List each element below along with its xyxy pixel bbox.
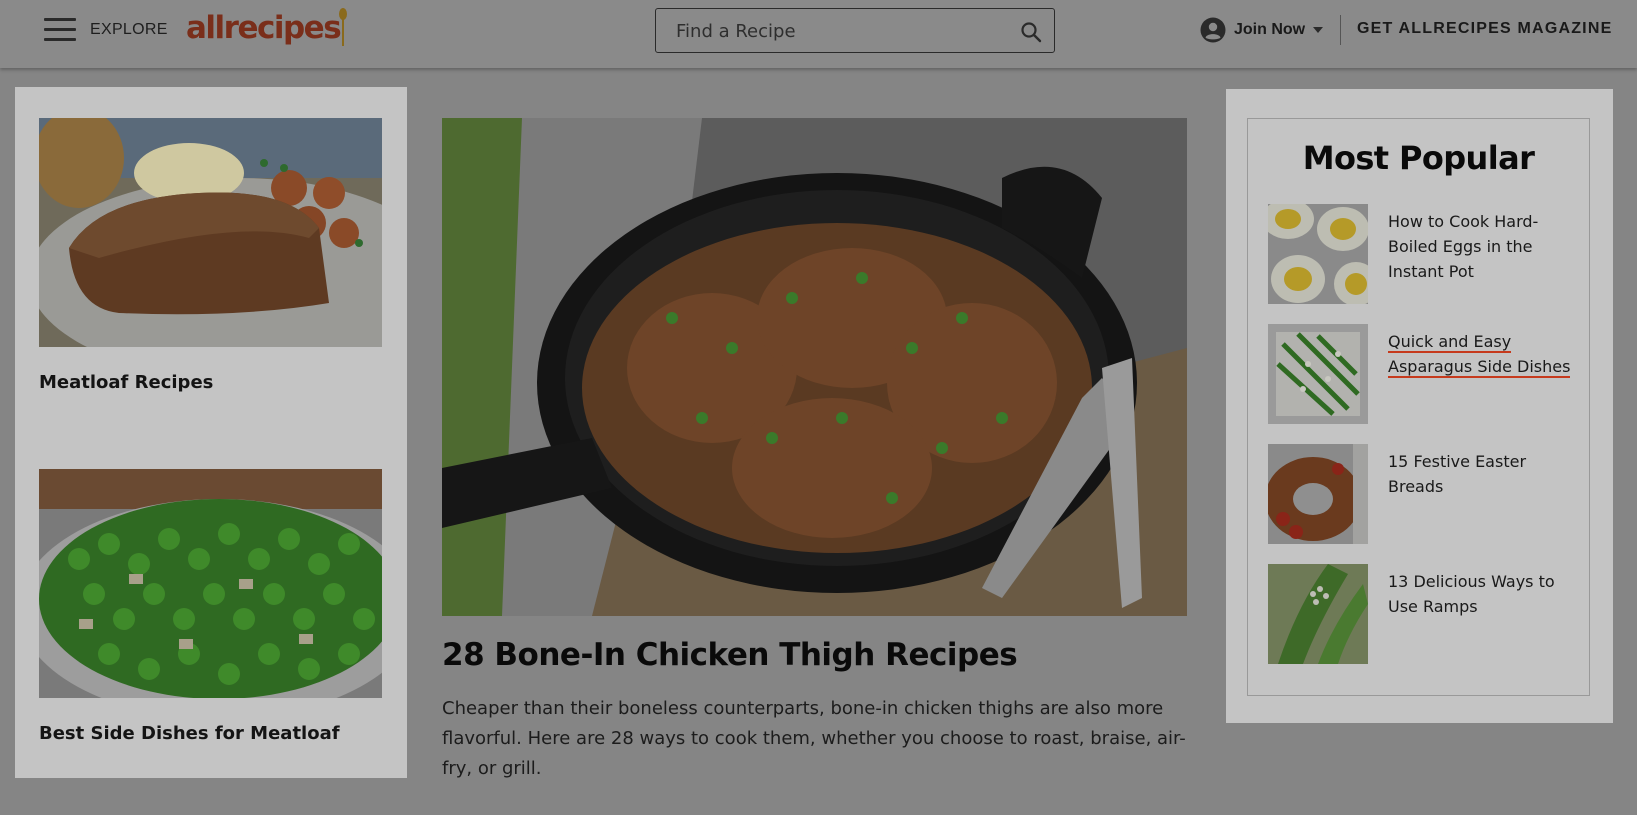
skillet-illustration <box>442 118 1187 616</box>
search-box <box>655 8 1055 53</box>
header-divider <box>1340 15 1341 45</box>
eggs-thumbnail <box>1268 204 1368 304</box>
feature-description: Cheaper than their boneless counterparts… <box>442 698 1186 779</box>
peas-image[interactable] <box>39 469 382 698</box>
allrecipes-logo[interactable]: allrecipes <box>186 8 348 48</box>
meatloaf-recipes-link[interactable]: Meatloaf Recipes <box>39 372 213 393</box>
most-popular-panel: Most Popular How to Cook Hard-Boiled Egg… <box>1226 89 1613 723</box>
most-popular-title: Most Popular <box>1302 139 1535 177</box>
asparagus-thumbnail <box>1268 324 1368 424</box>
chevron-down-icon <box>1313 27 1324 33</box>
search-icon[interactable] <box>1020 21 1042 43</box>
join-now-button[interactable]: Join Now <box>1200 16 1324 44</box>
popular-item-label: Quick and Easy Asparagus Side Dishes <box>1388 329 1578 379</box>
popular-item[interactable]: Quick and Easy Asparagus Side Dishes <box>1268 324 1578 424</box>
meatloaf-illustration <box>39 118 382 347</box>
search-input[interactable] <box>676 18 996 44</box>
menu-icon[interactable] <box>44 18 76 42</box>
magazine-link[interactable]: GET ALLRECIPES MAGAZINE <box>1357 20 1612 38</box>
join-now-label: Join Now <box>1234 21 1306 38</box>
popular-item[interactable]: 13 Delicious Ways to Use Ramps <box>1268 564 1578 664</box>
logo-text: allrecipes <box>186 10 342 46</box>
side-dishes-link[interactable]: Best Side Dishes for Meatloaf <box>39 723 340 744</box>
popular-item[interactable]: How to Cook Hard-Boiled Eggs in the Inst… <box>1268 204 1578 304</box>
explore-label[interactable]: EXPLORE <box>90 21 168 39</box>
popular-item-label: 15 Festive Easter Breads <box>1388 452 1527 496</box>
peas-illustration <box>39 469 382 698</box>
spoon-icon <box>339 8 348 46</box>
popular-item-label: How to Cook Hard-Boiled Eggs in the Inst… <box>1388 212 1539 281</box>
site-header: EXPLORE allrecipes Join Now GET ALLRECIP… <box>0 0 1637 68</box>
popular-item[interactable]: 15 Festive Easter Breads <box>1268 444 1578 544</box>
meatloaf-image[interactable] <box>39 118 382 347</box>
feature-title[interactable]: 28 Bone-In Chicken Thigh Recipes <box>442 637 1018 673</box>
ramps-thumbnail <box>1268 564 1368 664</box>
chicken-thigh-image[interactable] <box>442 118 1187 616</box>
user-account-icon <box>1200 17 1226 43</box>
popular-item-label: 13 Delicious Ways to Use Ramps <box>1388 572 1555 616</box>
popular-item-label-text: Quick and Easy Asparagus Side Dishes <box>1388 332 1571 378</box>
most-popular-box: Most Popular How to Cook Hard-Boiled Egg… <box>1247 118 1590 696</box>
easter-bread-thumbnail <box>1268 444 1368 544</box>
